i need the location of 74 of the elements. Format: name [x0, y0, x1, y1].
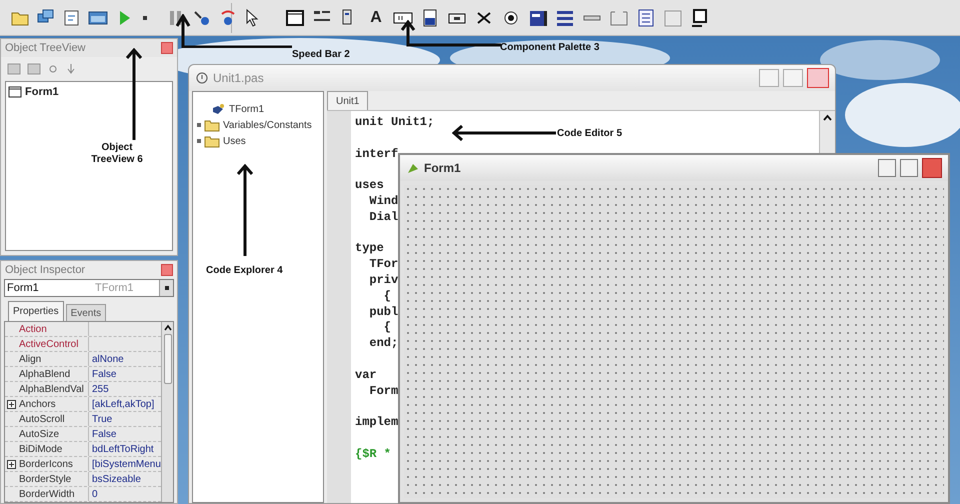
property-name: AutoScroll [18, 412, 65, 426]
property-name: Anchors [18, 398, 56, 412]
code-line: Wind [368, 194, 400, 210]
code-line: Dial [368, 210, 400, 226]
selector-value: Form1 [7, 280, 40, 296]
property-value[interactable]: bdLeftToRight [92, 444, 154, 455]
code-line: unit Unit1; [355, 115, 436, 131]
code-line: type [355, 241, 385, 258]
code-line: var [355, 368, 378, 384]
property-name: AlphaBlend [18, 368, 70, 382]
tree-item[interactable]: TForm1 [229, 102, 264, 116]
folder-icon [204, 134, 220, 148]
property-name: BorderIcons [18, 458, 73, 472]
folder-icon [204, 118, 220, 132]
move-down-icon[interactable] [65, 62, 77, 76]
code-line: { [382, 320, 392, 336]
code-line: {$R * [355, 446, 392, 463]
code-line: end; [368, 336, 400, 352]
unit-file-icon [195, 71, 209, 85]
annotation-label: Object TreeView 6 [90, 142, 144, 166]
property-value[interactable]: True [92, 414, 112, 425]
scroll-thumb[interactable] [164, 334, 172, 384]
tree-item[interactable]: Variables/Constants [223, 118, 312, 132]
editor-tab[interactable]: Unit1 [327, 91, 368, 110]
tree-item[interactable]: Form1 [25, 84, 59, 100]
action-list-icon[interactable] [690, 8, 710, 28]
property-name: BiDiMode [18, 442, 62, 456]
property-value[interactable]: alNone [92, 354, 124, 365]
property-value[interactable]: False [92, 369, 116, 380]
panel-title: Object Inspector [5, 262, 86, 278]
code-line: interf [355, 146, 400, 162]
radio-group-icon[interactable] [636, 8, 656, 28]
class-icon [210, 102, 226, 116]
property-value[interactable]: [akLeft,akTop] [92, 399, 154, 410]
object-selector[interactable]: Form1 TForm1 [4, 279, 174, 297]
code-line: publ [368, 304, 400, 320]
minimize-button[interactable] [878, 159, 896, 177]
code-line: implem [355, 415, 400, 431]
tree-item[interactable]: Uses [223, 134, 246, 148]
expand-icon[interactable] [7, 400, 16, 408]
property-value[interactable]: 0 [92, 489, 98, 500]
tab[interactable]: Properties [8, 301, 64, 321]
code-line: Form [368, 384, 400, 400]
property-value[interactable]: 255 [92, 384, 109, 395]
form-icon [8, 86, 22, 98]
property-name: BorderWidth [18, 488, 75, 502]
property-name: Align [18, 352, 42, 366]
property-name: Action [18, 322, 47, 336]
property-name: AlphaBlendVal [18, 382, 84, 396]
property-name: AutoSize [18, 428, 60, 442]
property-name: BorderStyle [18, 472, 72, 486]
property-value[interactable]: False [92, 429, 116, 440]
window-title: Unit1.pas [213, 70, 265, 87]
annotation-label: Component Palette 3 [500, 41, 600, 55]
panel-title: Object TreeView [5, 40, 86, 56]
label-component-icon[interactable]: A [366, 6, 386, 30]
code-line: TFor [368, 257, 400, 273]
annotation-label: Speed Bar 2 [292, 48, 350, 62]
expand-icon[interactable] [7, 460, 16, 468]
window-title: Form1 [424, 160, 462, 177]
annotation-label: Code Explorer 4 [206, 264, 283, 278]
property-name: ActiveControl [18, 338, 78, 352]
code-line: priv [368, 272, 400, 289]
form-app-icon [406, 161, 420, 175]
tab[interactable]: Events [66, 304, 106, 321]
selector-type: TForm1 [95, 280, 134, 296]
maximize-button[interactable] [900, 159, 918, 177]
frame-icon[interactable] [285, 8, 305, 28]
code-line: { [382, 288, 392, 305]
property-value[interactable]: [biSystemMenu [92, 459, 161, 470]
property-value[interactable]: bsSizeable [92, 474, 141, 485]
annotation-label: Code Editor 5 [557, 127, 622, 141]
close-button[interactable] [807, 68, 829, 88]
code-line: uses [355, 178, 385, 194]
